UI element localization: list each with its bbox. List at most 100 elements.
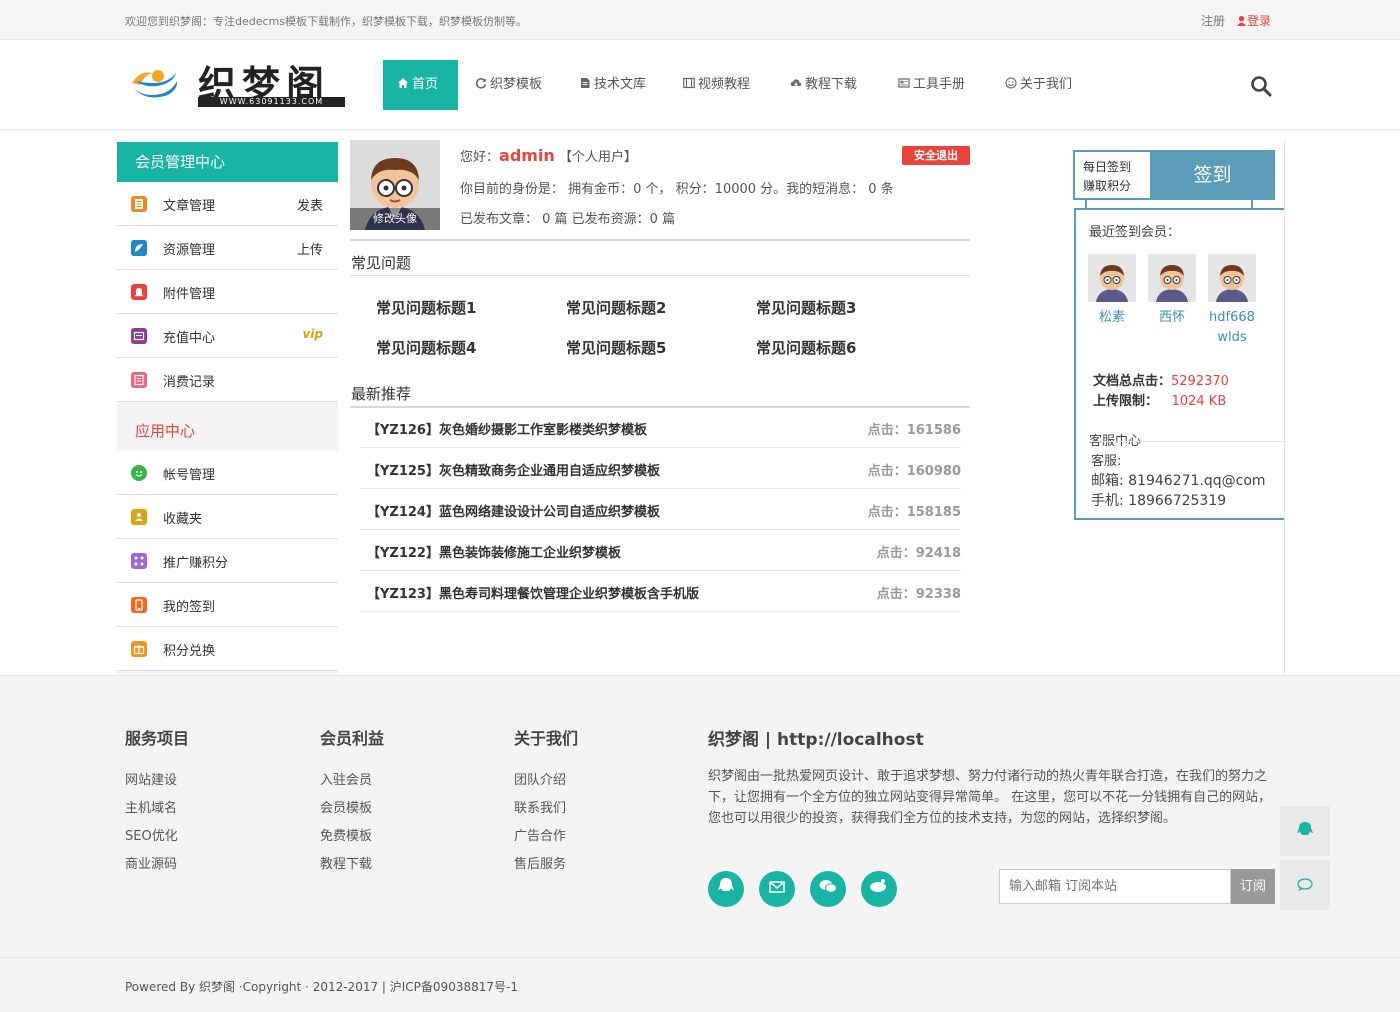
search-icon[interactable] <box>1250 75 1272 97</box>
signin-button[interactable]: 签到 <box>1150 152 1275 198</box>
sidebar-item-articles[interactable]: 文章管理 发表 <box>117 182 338 226</box>
bell-icon <box>131 284 147 300</box>
signin-box: 每日签到 赚取积分 签到 <box>1073 150 1275 200</box>
face-icon <box>131 465 147 481</box>
member-name[interactable]: 西怀 <box>1148 308 1196 328</box>
list-item[interactable]: 【YZ126】灰色婚纱摄影工作室影楼类织梦模板 点击：161586 <box>360 407 961 448</box>
sidebar-item-exchange[interactable]: 积分兑换 <box>117 627 338 671</box>
footer-link[interactable]: 教程下载 <box>320 853 372 872</box>
copyright-bar: Powered By 织梦阁 ·Copyright · 2012-2017 | … <box>0 957 1400 1012</box>
float-message-button[interactable] <box>1280 860 1330 910</box>
avatar[interactable]: 修改头像 <box>350 140 440 230</box>
recommend-item-title[interactable]: 【YZ126】灰色婚纱摄影工作室影楼类织梦模板 <box>367 419 647 438</box>
recommend-item-hits: 点击：158185 <box>867 505 961 520</box>
footer-link[interactable]: 广告合作 <box>514 825 566 844</box>
register-link[interactable]: 注册 <box>1201 12 1225 29</box>
qq-icon <box>718 878 734 891</box>
sidebar-item-favorites[interactable]: 收藏夹 <box>117 495 338 539</box>
username[interactable]: admin <box>499 146 555 165</box>
weibo-social-button[interactable] <box>861 871 897 907</box>
wallet-icon <box>131 328 147 344</box>
nav-download[interactable]: 教程下载 <box>790 60 857 110</box>
list-item[interactable]: 【YZ125】灰色精致商务企业通用自适应织梦模板 点击：160980 <box>360 448 961 489</box>
nav-about[interactable]: 关于我们 <box>1005 60 1072 110</box>
wechat-icon <box>819 880 837 893</box>
smile-icon <box>1005 77 1017 89</box>
edit-avatar-label[interactable]: 修改头像 <box>350 208 440 230</box>
mail-icon <box>769 881 785 893</box>
app-center-title: 应用中心 <box>135 422 196 440</box>
footer-link[interactable]: 会员模板 <box>320 797 372 816</box>
folder-icon <box>131 509 147 525</box>
member-name[interactable]: 松素 <box>1088 308 1136 328</box>
faq-item[interactable]: 常见问题标题5 <box>566 337 666 358</box>
welcome-text: 欢迎您到织梦阁：专注dedecms模板下载制作，织梦模板下载，织梦模板仿制等。 <box>125 15 527 28</box>
greeting-line: 您好：admin 【个人用户】 <box>460 146 637 165</box>
footer-col-title: 会员利益 <box>320 729 385 748</box>
divider <box>350 275 970 276</box>
recommend-item-title[interactable]: 【YZ124】蓝色网络建设设计公司自适应织梦模板 <box>367 501 660 520</box>
subscribe-button[interactable]: 订阅 <box>1231 869 1275 904</box>
footer-link[interactable]: 联系我们 <box>514 797 566 816</box>
member-sidebar: 会员管理中心 文章管理 发表 资源管理 上传 附件管理 充值中心 vip 消费记… <box>117 142 338 674</box>
earn-points-label: 赚取积分 <box>1083 179 1132 193</box>
footer-link[interactable]: 免费模板 <box>320 825 372 844</box>
nav-templates[interactable]: 织梦模板 <box>475 60 542 110</box>
resource-icon <box>131 240 147 256</box>
footer-link[interactable]: 售后服务 <box>514 853 566 872</box>
faq-item[interactable]: 常见问题标题1 <box>376 297 476 318</box>
member-card[interactable]: hdf668 wlds <box>1208 254 1256 348</box>
sidebar-item-attachments[interactable]: 附件管理 <box>117 270 338 314</box>
upload-link[interactable]: 上传 <box>297 239 323 258</box>
sidebar-item-account[interactable]: 帐号管理 <box>117 451 338 495</box>
sidebar-item-recharge[interactable]: 充值中心 vip <box>117 314 338 358</box>
home-icon <box>398 78 408 88</box>
nav-video[interactable]: 视频教程 <box>683 60 750 110</box>
faq-item[interactable]: 常见问题标题4 <box>376 337 476 358</box>
footer-link[interactable]: 主机域名 <box>125 797 177 816</box>
sidebar-item-checkin[interactable]: 我的签到 <box>117 583 338 627</box>
newspaper-icon <box>898 78 910 88</box>
faq-item[interactable]: 常见问题标题2 <box>566 297 666 318</box>
sidebar-item-resources[interactable]: 资源管理 上传 <box>117 226 338 270</box>
logo-mark-icon[interactable] <box>128 55 180 107</box>
logout-button[interactable]: 安全退出 <box>902 146 970 165</box>
member-name[interactable]: hdf668 wlds <box>1208 308 1256 348</box>
sidebar-item-promote[interactable]: 推广赚积分 <box>117 539 338 583</box>
nav-home[interactable]: 首页 <box>383 60 458 110</box>
share-icon <box>131 553 147 569</box>
nav-library[interactable]: 技术文库 <box>579 60 646 110</box>
faq-item[interactable]: 常见问题标题6 <box>756 337 856 358</box>
sidebar-item-consumption[interactable]: 消费记录 <box>117 358 338 402</box>
wechat-social-button[interactable] <box>810 871 846 907</box>
subscribe-email-input[interactable] <box>999 869 1231 904</box>
recommend-item-title[interactable]: 【YZ122】黑色装饰装修施工企业织梦模板 <box>367 542 621 561</box>
footer-link[interactable]: 入驻会员 <box>320 769 372 788</box>
recommend-item-title[interactable]: 【YZ125】灰色精致商务企业通用自适应织梦模板 <box>367 460 660 479</box>
list-item[interactable]: 【YZ124】蓝色网络建设设计公司自适应织梦模板 点击：158185 <box>360 489 961 530</box>
float-qq-button[interactable] <box>1280 806 1330 856</box>
list-item[interactable]: 【YZ123】黑色寿司料理餐饮管理企业织梦模板含手机版 点击：92338 <box>360 571 961 612</box>
list-item[interactable]: 【YZ122】黑色装饰装修施工企业织梦模板 点击：92418 <box>360 530 961 571</box>
recommend-item-hits: 点击：92338 <box>876 587 961 602</box>
publish-link[interactable]: 发表 <box>297 195 323 214</box>
service-email: 邮箱: 81946271.qq@com <box>1091 473 1266 489</box>
recommend-item-title[interactable]: 【YZ123】黑色寿司料理餐饮管理企业织梦模板含手机版 <box>367 583 699 602</box>
footer-col-title: 服务项目 <box>125 729 190 748</box>
email-social-button[interactable] <box>759 871 795 907</box>
member-card[interactable]: 西怀 <box>1148 254 1196 328</box>
faq-item[interactable]: 常见问题标题3 <box>756 297 856 318</box>
footer-link[interactable]: 商业源码 <box>125 853 177 872</box>
footer-link[interactable]: 网站建设 <box>125 769 177 788</box>
footer-link[interactable]: SEO优化 <box>125 825 178 844</box>
sidebar-title: 会员管理中心 <box>117 142 338 182</box>
logo-subtitle: WWW.63091133.COM <box>198 97 345 107</box>
member-avatar <box>1148 254 1196 302</box>
login-link[interactable]: 登录 <box>1236 12 1271 29</box>
article-icon <box>131 196 147 212</box>
qq-social-button[interactable] <box>708 871 744 907</box>
login-label: 登录 <box>1247 14 1272 28</box>
footer-link[interactable]: 团队介绍 <box>514 769 566 788</box>
nav-tools[interactable]: 工具手册 <box>898 60 965 110</box>
member-card[interactable]: 松素 <box>1088 254 1136 328</box>
